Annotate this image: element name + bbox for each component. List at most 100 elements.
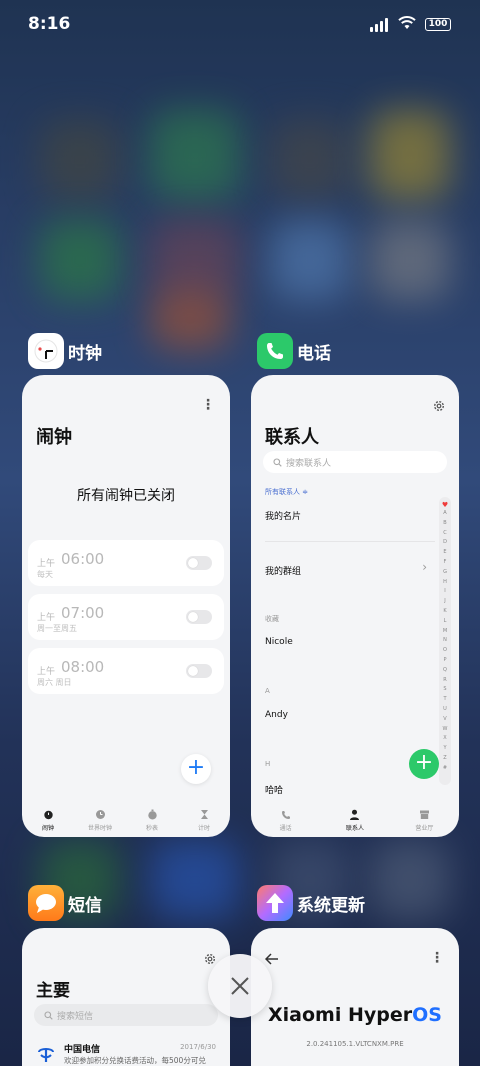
contact-search-input[interactable]: 搜索联系人 xyxy=(263,451,447,473)
signal-icon xyxy=(370,17,392,32)
alpha-index-letter[interactable]: T xyxy=(443,695,446,705)
settings-gear-icon[interactable] xyxy=(433,400,445,412)
alarms-off-text: 所有闹钟已关闭 xyxy=(77,488,175,504)
hourglass-icon xyxy=(198,809,210,821)
alarm-repeat: 每天 xyxy=(37,570,53,579)
alpha-index-letter[interactable]: Q xyxy=(443,666,447,676)
contact-filter-dropdown[interactable]: 所有联系人 ≑ xyxy=(265,487,308,497)
wifi-icon xyxy=(398,16,416,29)
favorites-index-heart-icon[interactable]: ♥ xyxy=(442,501,448,509)
settings-gear-icon[interactable] xyxy=(204,953,216,965)
tab-alarm[interactable]: 闹钟 xyxy=(22,803,74,837)
alarm-toggle[interactable] xyxy=(186,664,212,678)
alarm-toggle[interactable] xyxy=(186,556,212,570)
hyperos-brand: Xiaomi HyperOS xyxy=(251,1004,459,1026)
alpha-index-letter[interactable]: U xyxy=(443,705,447,715)
alpha-index-letter[interactable]: S xyxy=(443,685,446,695)
alarm-time: 07:00 xyxy=(61,604,105,622)
section-header: A xyxy=(265,687,270,695)
contact-item[interactable]: 哈哈 xyxy=(265,783,283,796)
my-card-item[interactable]: 我的名片 xyxy=(265,509,301,522)
store-icon xyxy=(418,809,430,821)
alarm-item[interactable]: 上午 06:00 每天 xyxy=(28,540,224,586)
tab-calls-label: 通话 xyxy=(279,824,292,832)
message-list-item[interactable]: 中国电信 2017/6/30 欢迎参加积分兑换话费活动，每500分可兑 xyxy=(36,1042,216,1066)
alpha-index-letter[interactable]: C xyxy=(443,529,447,539)
contact-item[interactable]: Nicole xyxy=(265,637,293,647)
alarm-ampm: 上午 xyxy=(37,667,56,677)
wallpaper-blob xyxy=(150,290,230,350)
alpha-index-letter[interactable]: D xyxy=(443,538,447,548)
alpha-index-letter[interactable]: L xyxy=(444,617,447,627)
message-search-input[interactable]: 搜索短信 xyxy=(34,1004,218,1026)
tab-contacts-label: 联系人 xyxy=(345,824,364,832)
system-update-app-icon xyxy=(257,885,293,921)
alpha-index-letter[interactable]: P xyxy=(443,656,446,666)
phone-icon xyxy=(280,809,292,821)
alpha-index-letter[interactable]: K xyxy=(443,607,446,617)
alpha-index-letter[interactable]: E xyxy=(443,548,446,558)
alpha-index-letter[interactable]: M xyxy=(443,627,447,637)
more-icon[interactable]: ⋮ xyxy=(430,950,444,966)
update-app-header[interactable]: 系统更新 xyxy=(257,885,365,921)
alpha-index-letter[interactable]: A xyxy=(443,509,446,519)
alpha-index-letter[interactable]: R xyxy=(443,676,446,686)
alpha-index-letter[interactable]: Z xyxy=(443,754,446,764)
more-icon[interactable]: ⋮ xyxy=(201,397,215,413)
section-header: H xyxy=(265,760,271,768)
clock-card[interactable]: ⋮ 闹钟 所有闹钟已关闭 上午 06:00 每天 上午 07:00 周一至周五 … xyxy=(22,375,230,837)
alarm-repeat: 周六 周日 xyxy=(37,678,72,687)
update-card[interactable]: ⋮ Xiaomi HyperOS 2.0.241105.1.VLTCNXM.PR… xyxy=(251,928,459,1066)
contact-item[interactable]: Andy xyxy=(265,710,288,720)
battery-indicator: 100 xyxy=(425,18,451,31)
search-placeholder: 搜索联系人 xyxy=(286,458,332,469)
alpha-index-letter[interactable]: W xyxy=(443,725,448,735)
tab-service-hall[interactable]: 营业厅 xyxy=(390,803,459,837)
alpha-index-letter[interactable]: H xyxy=(443,578,447,588)
add-alarm-button[interactable]: + xyxy=(181,754,211,784)
alpha-index-letter[interactable]: I xyxy=(444,587,445,597)
tab-calls[interactable]: 通话 xyxy=(251,803,320,837)
alarm-icon xyxy=(42,809,54,821)
messages-app-icon xyxy=(28,885,64,921)
wallpaper-blob xyxy=(370,220,450,300)
stopwatch-icon xyxy=(146,809,158,821)
alpha-index-letter[interactable]: J xyxy=(444,597,445,607)
alpha-index-letter[interactable]: O xyxy=(443,646,447,656)
alpha-index-letter[interactable]: Y xyxy=(443,744,446,754)
alpha-index-letter[interactable]: # xyxy=(443,764,447,774)
add-contact-button[interactable]: + xyxy=(409,749,439,779)
phone-card[interactable]: 联系人 搜索联系人 所有联系人 ≑ 我的名片 我的群组 › 收藏 Nicole … xyxy=(251,375,459,837)
clock-app-header[interactable]: 时钟 xyxy=(28,333,102,369)
message-sender: 中国电信 xyxy=(64,1045,101,1055)
tab-stopwatch[interactable]: 秒表 xyxy=(126,803,178,837)
wallpaper-blob xyxy=(370,110,450,200)
wallpaper-blob xyxy=(270,120,350,200)
tab-timer[interactable]: 计时 xyxy=(178,803,230,837)
back-arrow-icon[interactable] xyxy=(265,953,279,965)
messages-card[interactable]: 主要 搜索短信 中国电信 2017/6/30 欢迎参加积分兑换话费活动，每500… xyxy=(22,928,230,1066)
alpha-index-letter[interactable]: G xyxy=(443,568,447,578)
status-time: 8:16 xyxy=(28,14,71,34)
phone-app-header[interactable]: 电话 xyxy=(257,333,331,369)
alarm-time: 06:00 xyxy=(61,550,105,568)
alpha-index-letter[interactable]: N xyxy=(443,636,447,646)
wallpaper-blob xyxy=(40,120,120,200)
tab-contacts[interactable]: 联系人 xyxy=(320,803,389,837)
chevron-right-icon: › xyxy=(422,560,427,574)
alpha-index-letter[interactable]: F xyxy=(444,558,447,568)
phone-app-icon xyxy=(257,333,293,369)
alarm-toggle[interactable] xyxy=(186,610,212,624)
alarm-item[interactable]: 上午 07:00 周一至周五 xyxy=(28,594,224,640)
alpha-index-letter[interactable]: X xyxy=(443,734,446,744)
alphabet-index[interactable]: ♥ A B C D E F G H I J K L M N O P Q R S … xyxy=(439,497,451,785)
clock-app-name: 时钟 xyxy=(68,343,102,364)
clear-all-button[interactable] xyxy=(208,954,272,1018)
tab-world-clock[interactable]: 世界时钟 xyxy=(74,803,126,837)
alpha-index-letter[interactable]: B xyxy=(443,519,446,529)
my-groups-item[interactable]: 我的群组 xyxy=(265,564,301,577)
alpha-index-letter[interactable]: V xyxy=(443,715,446,725)
messages-app-header[interactable]: 短信 xyxy=(28,885,102,921)
wallpaper-blob xyxy=(150,110,240,200)
alarm-item[interactable]: 上午 08:00 周六 周日 xyxy=(28,648,224,694)
